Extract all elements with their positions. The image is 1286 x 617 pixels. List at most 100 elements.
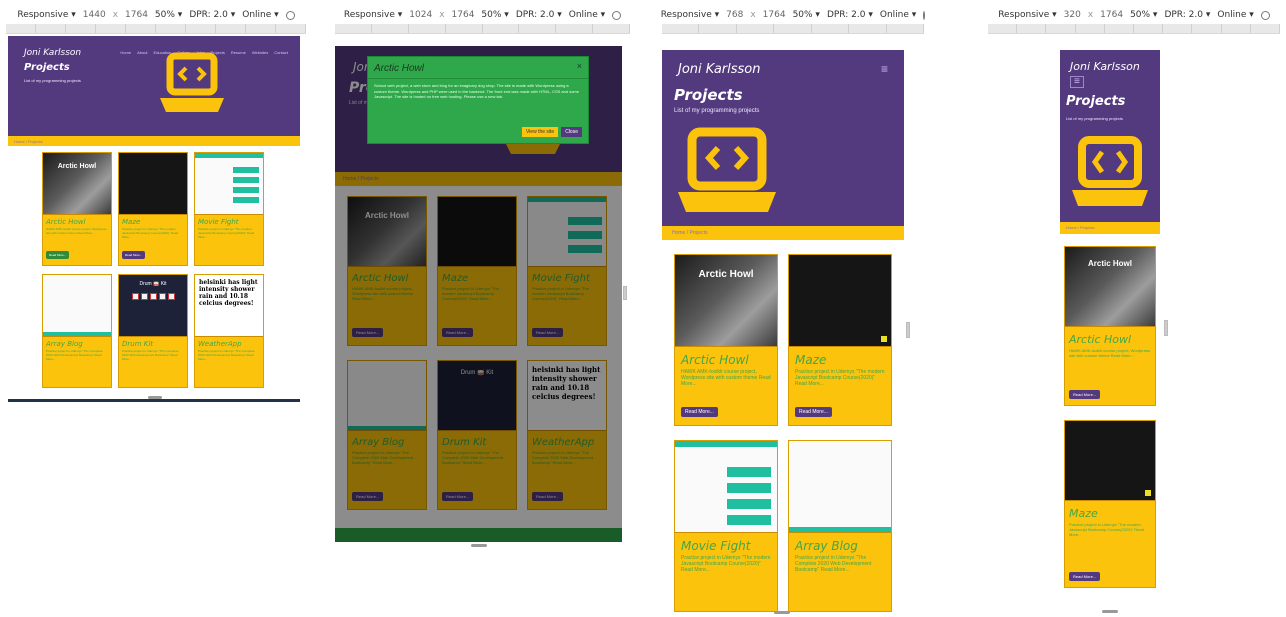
resize-handle[interactable] <box>1102 610 1118 613</box>
read-more-button[interactable]: Read More... <box>795 407 832 417</box>
network-select[interactable]: Online ▾ <box>1217 10 1253 20</box>
hamburger-icon[interactable]: ≡ <box>1070 76 1084 88</box>
arctic-howl-thumbnail[interactable]: Arctic Howl <box>1065 247 1155 327</box>
media-query-ruler[interactable] <box>662 24 924 34</box>
height-input[interactable]: 1764 <box>125 10 148 20</box>
card-title: Arctic Howl <box>46 218 86 226</box>
site-logo[interactable]: Joni Karlsson <box>24 48 81 58</box>
hamburger-icon[interactable]: ≡ <box>881 62 888 76</box>
weather-thumbnail[interactable]: helsinki has light intensity shower rain… <box>195 275 263 337</box>
device-select[interactable]: Responsive ▾ <box>17 10 75 20</box>
nav-link[interactable]: About <box>137 50 147 55</box>
maze-thumbnail[interactable] <box>1065 421 1155 501</box>
dpr-select[interactable]: DPR: 2.0 ▾ <box>1164 10 1210 20</box>
rotate-icon[interactable] <box>923 10 926 20</box>
viewport-panel-320: Responsive ▾ 320 x 1764 50% ▾ DPR: 2.0 ▾… <box>988 6 1281 617</box>
card-title: Movie Fight <box>198 218 239 226</box>
device-select[interactable]: Responsive ▾ <box>661 10 719 20</box>
media-query-ruler[interactable] <box>988 24 1281 34</box>
movie-fight-thumbnail[interactable] <box>675 441 777 533</box>
breadcrumb[interactable]: Home / Projects <box>8 136 300 146</box>
page-subtitle: List of my programming projects <box>24 78 81 83</box>
device-select[interactable]: Responsive ▾ <box>344 10 402 20</box>
media-query-ruler[interactable] <box>335 24 630 34</box>
dpr-select[interactable]: DPR: 2.0 ▾ <box>516 10 562 20</box>
card-title: Maze <box>795 353 827 367</box>
project-card: Array Blog Practice project in Udemys "T… <box>42 274 112 388</box>
view-site-button[interactable]: View the site <box>521 127 559 137</box>
width-input[interactable]: 320 <box>1064 10 1081 20</box>
laptop-code-icon <box>160 52 224 112</box>
network-select[interactable]: Online ▾ <box>880 10 916 20</box>
read-more-button[interactable]: Read More... <box>1069 390 1101 399</box>
viewport-frame: Joni Karlsson Projects List of my progra… <box>335 46 622 542</box>
vertical-resize-handle[interactable] <box>623 286 627 300</box>
project-card: Arctic Howl Arctic Howl HAWK AMK-toolkit… <box>674 254 778 426</box>
vertical-resize-handle[interactable] <box>906 322 910 338</box>
site-logo[interactable]: Joni Karlsson <box>678 62 761 77</box>
rotate-icon[interactable] <box>612 10 622 20</box>
card-title: Drum Kit <box>122 340 154 348</box>
network-select[interactable]: Online ▾ <box>569 10 605 20</box>
maze-thumbnail[interactable] <box>789 255 891 347</box>
project-card: Arctic Howl Arctic Howl HAWK AMK-toolkit… <box>1064 246 1156 406</box>
media-query-ruler[interactable] <box>6 24 306 34</box>
nav-link[interactable]: Home <box>120 50 131 55</box>
device-toolbar: Responsive ▾ 768 x 1764 50% ▾ DPR: 2.0 ▾… <box>661 6 926 24</box>
breadcrumb[interactable]: Home / Projects <box>662 226 904 240</box>
close-icon[interactable]: × <box>577 61 582 71</box>
viewport-bottom-edge <box>8 399 300 402</box>
breadcrumb[interactable]: Home / Projects <box>1060 222 1160 234</box>
devtools-responsive-comparison: Responsive ▾ 1440 x 1764 50% ▾ DPR: 2.0 … <box>0 0 1286 617</box>
vertical-resize-handle[interactable] <box>1164 320 1168 336</box>
card-title: Arctic Howl <box>1069 333 1132 346</box>
viewport-frame: Joni Karlsson Home About Education Galle… <box>8 36 300 396</box>
nav-link[interactable]: Websites <box>252 50 268 55</box>
dimension-separator: x <box>439 10 445 20</box>
read-more-button[interactable]: Read More... <box>122 251 146 259</box>
read-more-button[interactable]: Read More... <box>1069 572 1101 581</box>
network-select[interactable]: Online ▾ <box>242 10 278 20</box>
site-logo[interactable]: Joni Karlsson <box>1070 60 1140 73</box>
height-input[interactable]: 1764 <box>452 10 475 20</box>
nav-link[interactable]: Resume <box>231 50 246 55</box>
zoom-select[interactable]: 50% ▾ <box>793 10 820 20</box>
card-description: HAWK AMK-toolkit course project, Wordpre… <box>46 227 107 235</box>
maze-thumbnail[interactable] <box>119 153 187 215</box>
hero-banner: Joni Karlsson Home About Education Galle… <box>8 36 300 136</box>
zoom-select[interactable]: 50% ▾ <box>155 10 182 20</box>
zoom-select[interactable]: 50% ▾ <box>481 10 508 20</box>
page-title: Projects <box>674 86 743 104</box>
height-input[interactable]: 1764 <box>763 10 786 20</box>
dpr-select[interactable]: DPR: 2.0 ▾ <box>827 10 873 20</box>
device-select[interactable]: Responsive ▾ <box>998 10 1056 20</box>
viewport-panel-1440: Responsive ▾ 1440 x 1764 50% ▾ DPR: 2.0 … <box>6 6 306 406</box>
dpr-select[interactable]: DPR: 2.0 ▾ <box>189 10 235 20</box>
drum-kit-thumbnail[interactable]: Drum 🥁 Kit <box>119 275 187 337</box>
rotate-icon[interactable] <box>1260 10 1270 20</box>
card-title: Arctic Howl <box>681 353 749 367</box>
resize-handle[interactable] <box>471 544 487 547</box>
modal-close-button[interactable]: Close <box>561 127 582 137</box>
width-input[interactable]: 1024 <box>409 10 432 20</box>
arctic-howl-thumbnail[interactable]: Arctic Howl <box>43 153 111 215</box>
page-subtitle: List of my programming projects <box>674 108 760 114</box>
array-blog-thumbnail[interactable] <box>789 441 891 533</box>
card-description: Practice project in Udemys "The modern J… <box>1069 522 1144 537</box>
card-description: Practice project in Udemys "The Complete… <box>46 349 103 361</box>
read-more-button[interactable]: Read More... <box>681 407 718 417</box>
read-more-button[interactable]: Read More... <box>46 251 70 259</box>
width-input[interactable]: 1440 <box>83 10 106 20</box>
zoom-select[interactable]: 50% ▾ <box>1130 10 1157 20</box>
width-input[interactable]: 768 <box>726 10 743 20</box>
arctic-howl-thumbnail[interactable]: Arctic Howl <box>675 255 777 347</box>
nav-link[interactable]: Contact <box>274 50 288 55</box>
array-blog-thumbnail[interactable] <box>43 275 111 337</box>
viewport-frame: Joni Karlsson ≡ Projects List of my prog… <box>662 50 904 613</box>
movie-fight-thumbnail[interactable] <box>195 153 263 215</box>
height-input[interactable]: 1764 <box>1100 10 1123 20</box>
project-card: Array Blog Practice project in Udemys "T… <box>788 440 892 612</box>
resize-handle[interactable] <box>774 611 790 614</box>
dimension-separator: x <box>750 10 756 20</box>
rotate-icon[interactable] <box>285 10 295 20</box>
